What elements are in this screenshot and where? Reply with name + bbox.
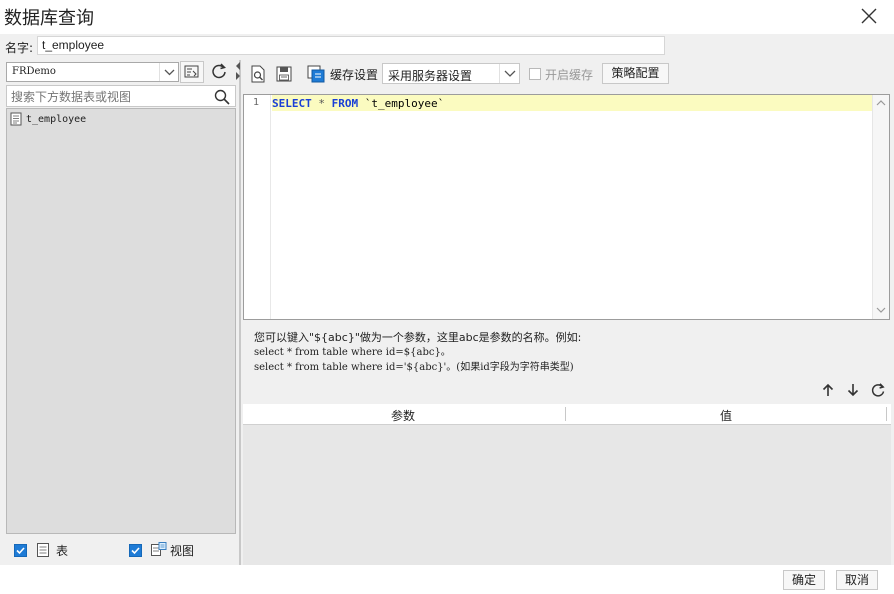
sql-identifier: `t_employee` <box>358 97 445 110</box>
parameter-hint: 您可以键入"${abc}"做为一个参数，这里abc是参数的名称。例如: sele… <box>254 330 581 375</box>
search-input[interactable] <box>11 88 207 105</box>
chevron-down-icon[interactable] <box>499 64 519 83</box>
column-divider <box>886 407 887 421</box>
chevron-down-icon[interactable] <box>159 63 178 81</box>
dialog-title: 数据库查询 <box>4 8 94 29</box>
tables-checkbox[interactable] <box>14 544 27 557</box>
hint-line: 您可以键入"${abc}"做为一个参数，这里abc是参数的名称。例如: <box>254 331 582 344</box>
checkmark-icon <box>16 547 25 555</box>
search-icon[interactable] <box>213 88 231 106</box>
view-icon <box>151 542 167 556</box>
table-browser-panel: FRDemo t_employee <box>4 60 237 565</box>
table-list: t_employee <box>6 108 236 534</box>
views-checkbox[interactable] <box>129 544 142 557</box>
move-down-icon[interactable] <box>845 382 861 398</box>
line-number: 1 <box>253 97 260 108</box>
name-label: 名字: <box>5 41 34 55</box>
list-filter-bar: 表 视图 <box>4 538 237 565</box>
cache-icon <box>307 65 325 83</box>
tables-label: 表 <box>56 544 69 558</box>
datasource-select[interactable]: FRDemo <box>6 62 179 82</box>
move-up-icon[interactable] <box>820 382 836 398</box>
table-icon <box>37 543 49 557</box>
save-sql-icon[interactable] <box>274 64 294 84</box>
hint-example: select * from table where id='${abc}'。(如… <box>254 362 574 373</box>
name-field[interactable]: t_employee <box>37 36 665 55</box>
column-divider <box>565 407 566 421</box>
refresh-icon <box>212 63 226 79</box>
column-header-value[interactable]: 值 <box>720 407 732 424</box>
scroll-down-icon[interactable] <box>876 306 886 314</box>
close-icon[interactable] <box>858 5 880 27</box>
expand-right-icon[interactable] <box>235 72 241 80</box>
open-cache-label: 开启缓存 <box>545 68 594 82</box>
sql-operator: * <box>311 97 332 110</box>
refresh-icon[interactable] <box>870 382 886 398</box>
collapse-left-icon[interactable] <box>235 62 241 70</box>
cache-settings-value: 采用服务器设置 <box>388 69 473 83</box>
list-item[interactable]: t_employee <box>10 111 86 127</box>
table-search[interactable] <box>6 85 236 107</box>
parameter-table: 参数 值 <box>243 404 891 565</box>
datasource-edit-icon <box>184 65 199 78</box>
refresh-button[interactable] <box>208 61 232 83</box>
dialog-button-bar: 确定 取消 <box>0 565 894 594</box>
checkmark-icon <box>131 547 140 555</box>
column-header-parameter[interactable]: 参数 <box>391 407 415 424</box>
editor-scrollbar[interactable] <box>872 95 889 319</box>
cache-settings-label: 缓存设置 <box>330 68 379 82</box>
edit-datasource-button[interactable] <box>180 61 204 83</box>
strategy-config-button[interactable]: 策略配置 <box>602 63 669 84</box>
line-gutter: 1 <box>244 95 271 319</box>
table-name: t_employee <box>26 113 87 125</box>
title-bar: 数据库查询 <box>0 0 894 34</box>
scroll-up-icon[interactable] <box>876 99 886 107</box>
ok-button[interactable]: 确定 <box>783 570 825 590</box>
views-label: 视图 <box>170 544 195 558</box>
sql-keyword: FROM <box>331 97 359 110</box>
hint-example: select * from table where id=${abc}。 <box>254 347 451 358</box>
panel-splitter[interactable] <box>239 60 241 565</box>
preview-icon[interactable] <box>248 64 268 84</box>
parameter-table-header: 参数 值 <box>243 404 891 425</box>
cache-settings-select[interactable]: 采用服务器设置 <box>382 63 520 84</box>
table-icon <box>10 112 22 126</box>
query-panel: 缓存设置 采用服务器设置 开启缓存 策略配置 1 SELECT * FROM `… <box>242 60 894 565</box>
datasource-value: FRDemo <box>12 66 56 77</box>
sql-text: SELECT * FROM `t_employee` <box>272 97 444 110</box>
sql-keyword: SELECT <box>272 97 312 110</box>
cancel-button[interactable]: 取消 <box>836 570 878 590</box>
name-row: 名字: t_employee <box>0 34 894 60</box>
open-cache-checkbox[interactable] <box>529 68 541 80</box>
sql-editor[interactable]: 1 SELECT * FROM `t_employee` <box>243 94 890 320</box>
current-line[interactable]: SELECT * FROM `t_employee` <box>272 95 872 111</box>
